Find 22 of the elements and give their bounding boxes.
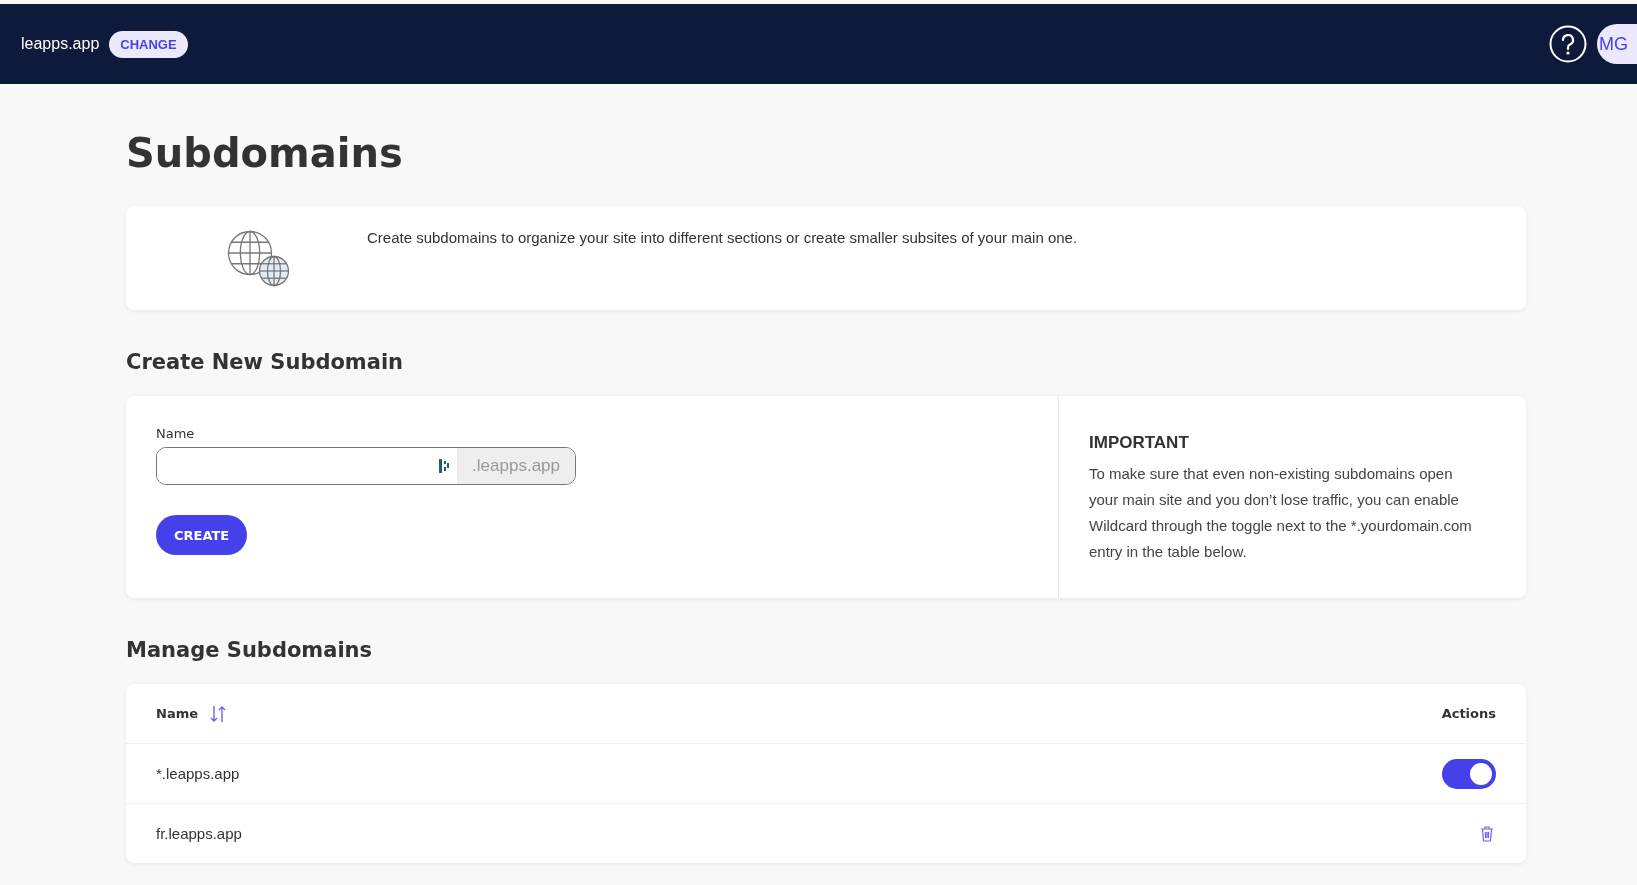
create-button[interactable]: CREATE — [156, 515, 248, 555]
globe-icon — [226, 230, 290, 288]
note-title: IMPORTANT — [1089, 433, 1190, 453]
subdomain-name: *.leapps.app — [156, 765, 240, 782]
section-heading: Create New Subdomain — [126, 350, 405, 374]
domain-suffix: .leapps.app — [457, 448, 575, 484]
help-icon[interactable] — [1549, 25, 1587, 63]
page-title: Subdomains — [126, 130, 404, 176]
user-avatar[interactable]: MG — [1597, 24, 1637, 64]
note-text: To make sure that even non-existing subdomains open your main site and you don’t lose traffic, you can enable Wildcard through the toggle next to the *.yourdomain.com entry in the table below. — [1089, 464, 1473, 562]
trash-icon[interactable] — [1480, 825, 1494, 842]
site-name: leapps.app — [21, 35, 100, 53]
field-label: Name — [156, 426, 195, 441]
subdomain-name: fr.leapps.app — [156, 825, 242, 842]
intro-text: Create subdomains to organize your site into different sections or create smaller subsites of your main one. — [367, 229, 1078, 246]
section-heading: Manage Subdomains — [126, 638, 374, 662]
column-header: Actions — [1441, 706, 1496, 721]
sort-icon[interactable] — [210, 704, 226, 723]
bars-icon — [438, 459, 451, 473]
wildcard-toggle[interactable] — [1442, 758, 1496, 789]
column-header: Name — [156, 706, 198, 721]
change-button[interactable]: CHANGE — [109, 30, 188, 58]
